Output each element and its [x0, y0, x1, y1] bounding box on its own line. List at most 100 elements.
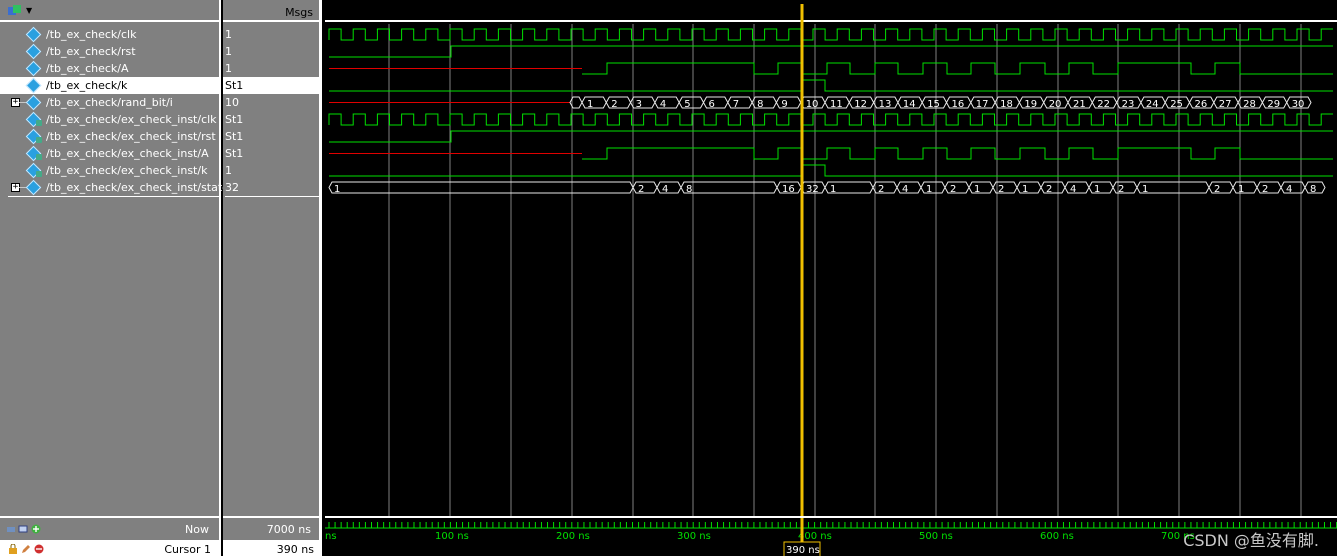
- clock-wave: [328, 113, 1333, 126]
- list-end-line: [225, 196, 319, 197]
- signal-value-row[interactable]: 1: [223, 26, 322, 43]
- bus-segment: [1064, 181, 1090, 194]
- signal-row[interactable]: /tb_ex_check/clk: [0, 26, 221, 43]
- bus-label: 2: [1214, 184, 1220, 195]
- signal-value-row[interactable]: St1: [223, 145, 322, 162]
- signal-value: St1: [225, 79, 244, 92]
- bus-label: 32: [806, 184, 819, 195]
- data-wave: [582, 147, 1333, 160]
- bus-label: 1: [974, 184, 980, 195]
- instance-icon: [36, 171, 42, 177]
- instance-icon: [36, 137, 42, 143]
- signal-value-row[interactable]: St1: [223, 77, 322, 94]
- signal-row[interactable]: /tb_ex_check/ex_check_inst/k: [0, 162, 221, 179]
- bus-segment: [751, 96, 777, 109]
- bus-label: 13: [879, 99, 892, 110]
- signal-value: 32: [225, 181, 239, 194]
- pencil-icon[interactable]: [21, 544, 31, 554]
- signal-value: St1: [225, 113, 244, 126]
- k-wave: [800, 164, 1333, 177]
- wave-add-icon[interactable]: [8, 5, 22, 17]
- signal-row[interactable]: /tb_ex_check/ex_check_inst/A: [0, 145, 221, 162]
- bus-segment: [920, 181, 946, 194]
- bus-segment: [605, 96, 632, 109]
- watermark: CSDN @鱼没有脚.: [1183, 531, 1319, 550]
- list-end-line: [8, 196, 220, 197]
- bus-label: 1: [1094, 184, 1100, 195]
- bus-label: 2: [1262, 184, 1268, 195]
- bus-label: 1: [334, 184, 340, 195]
- now-label: Now: [185, 523, 209, 536]
- signal-value-row[interactable]: 1: [223, 43, 322, 60]
- add-cursor-icon[interactable]: [6, 524, 16, 534]
- bus-segment: [896, 181, 922, 194]
- plus-circle-icon[interactable]: [31, 524, 41, 534]
- signal-value-row[interactable]: St1: [223, 128, 322, 145]
- bus-label: 29: [1267, 99, 1280, 110]
- bus-label: 2: [611, 99, 617, 110]
- bottom-names-bar: Now Cursor 1: [0, 516, 221, 556]
- bus-segment: [968, 181, 994, 194]
- signal-value-row[interactable]: 10: [223, 94, 322, 111]
- cursor-icon[interactable]: [18, 524, 28, 534]
- signal-row[interactable]: +/tb_ex_check/rand_bit/i: [0, 94, 221, 111]
- chevron-down-icon[interactable]: ▼: [26, 6, 32, 15]
- waveform-canvas[interactable]: 1 2 3 4 5 6 7 8 9 10 11 12 13 14 15 16 17 18 19 20 21 22 23 24 2…: [325, 0, 1337, 516]
- signal-names-panel: ▼ /tb_ex_check/clk/tb_ex_check/rst/tb_ex…: [0, 0, 229, 516]
- bus-label: 17: [976, 99, 989, 110]
- signal-row[interactable]: /tb_ex_check/rst: [0, 43, 221, 60]
- bus-label: 6: [709, 99, 715, 110]
- bus-label: 1: [926, 184, 932, 195]
- data-wave: [582, 62, 1333, 75]
- cursor-value: 390 ns: [276, 543, 314, 556]
- reset-wave: [329, 45, 1333, 58]
- ruler-label: 500 ns: [919, 531, 953, 542]
- signal-value-row[interactable]: 1: [223, 60, 322, 77]
- signal-name: /tb_ex_check/clk: [46, 28, 137, 41]
- waveform-area[interactable]: 1 2 3 4 5 6 7 8 9 10 11 12 13 14 15 16 17 18 19 20 21 22 23 24 2…: [325, 0, 1337, 516]
- bus-label: 28: [1243, 99, 1256, 110]
- bus-segment: [1088, 181, 1114, 194]
- bus-label: 2: [1046, 184, 1052, 195]
- bus-label: 23: [1122, 99, 1135, 110]
- bus-label: 1: [830, 184, 836, 195]
- bus-label: 26: [1195, 99, 1208, 110]
- signal-name: /tb_ex_check/ex_check_inst/state: [46, 181, 229, 194]
- bus-label: 24: [1146, 99, 1159, 110]
- cursor-row[interactable]: Cursor 1: [0, 540, 221, 556]
- bus-segment: [328, 181, 634, 194]
- bus-label: 27: [1219, 99, 1232, 110]
- signal-row[interactable]: /tb_ex_check/ex_check_inst/rst: [0, 128, 221, 145]
- bus-segment: [678, 96, 705, 109]
- signal-diamond-icon: [25, 179, 42, 196]
- cursor-label: Cursor 1: [164, 543, 211, 556]
- bus-segment: [654, 96, 680, 109]
- names-header: ▼: [0, 0, 219, 22]
- signal-value-row[interactable]: 32: [223, 179, 322, 196]
- signal-value-row[interactable]: 1: [223, 162, 322, 179]
- bus-label: 8: [757, 99, 763, 110]
- signal-name: /tb_ex_check/ex_check_inst/rst: [46, 130, 216, 143]
- bus-label: 4: [1286, 184, 1292, 195]
- signal-value: 1: [225, 164, 232, 177]
- lock-icon[interactable]: [8, 544, 18, 554]
- clock-wave: [328, 28, 1333, 41]
- bus-label: 1: [1022, 184, 1028, 195]
- bus-segment: [656, 181, 682, 194]
- bus-label: 4: [662, 184, 668, 195]
- ruler-label: ns: [325, 531, 337, 542]
- signal-row[interactable]: /tb_ex_check/A: [0, 60, 221, 77]
- bus-label: 1: [587, 99, 593, 110]
- bottom-values-bar: 7000 ns 390 ns: [223, 516, 322, 556]
- ruler-label: 200 ns: [556, 531, 590, 542]
- signal-row[interactable]: /tb_ex_check/k: [0, 77, 221, 94]
- bus-segment: [1016, 181, 1042, 194]
- signal-row[interactable]: +/tb_ex_check/ex_check_inst/state: [0, 179, 229, 196]
- signal-name: /tb_ex_check/rst: [46, 45, 136, 58]
- now-value: 7000 ns: [266, 523, 311, 536]
- signal-value-row[interactable]: St1: [223, 111, 322, 128]
- remove-cursor-icon[interactable]: [34, 544, 44, 554]
- msgs-label: Msgs: [285, 6, 313, 19]
- signal-row[interactable]: /tb_ex_check/ex_check_inst/clk: [0, 111, 221, 128]
- bus-label: 11: [830, 99, 843, 110]
